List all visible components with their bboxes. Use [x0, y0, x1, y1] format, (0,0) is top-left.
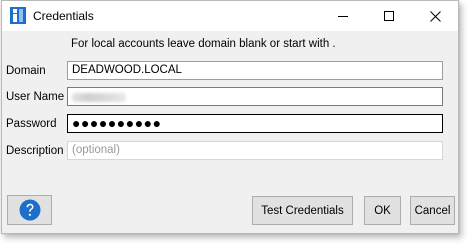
- minimize-icon: [338, 16, 348, 17]
- screenshot-stage: Credentials For local accounts leave dom…: [0, 0, 474, 244]
- window-title: Credentials: [33, 9, 94, 23]
- maximize-button[interactable]: [366, 1, 412, 31]
- description-label: Description: [6, 145, 64, 157]
- test-credentials-button[interactable]: Test Credentials: [252, 196, 353, 225]
- close-button[interactable]: [412, 1, 458, 31]
- title-bar[interactable]: Credentials: [2, 1, 458, 31]
- app-icon: [10, 7, 26, 24]
- ok-button[interactable]: OK: [364, 196, 401, 225]
- domain-field[interactable]: DEADWOOD.LOCAL: [67, 61, 443, 80]
- password-label: Password: [6, 118, 57, 130]
- local-accounts-hint: For local accounts leave domain blank or…: [71, 38, 336, 50]
- password-field[interactable]: ●●●●●●●●●●: [67, 114, 443, 133]
- domain-label: Domain: [6, 65, 46, 77]
- minimize-button[interactable]: [320, 1, 366, 31]
- cancel-button[interactable]: Cancel: [410, 196, 455, 225]
- close-icon: [429, 10, 441, 22]
- username-label: User Name: [6, 91, 65, 103]
- username-field[interactable]: [67, 87, 443, 106]
- credentials-dialog: Credentials For local accounts leave dom…: [1, 0, 459, 234]
- help-button[interactable]: [7, 195, 52, 225]
- description-field[interactable]: (optional): [67, 141, 443, 160]
- maximize-icon: [384, 11, 394, 21]
- redacted-username: [72, 93, 126, 102]
- help-question-icon: [19, 199, 40, 221]
